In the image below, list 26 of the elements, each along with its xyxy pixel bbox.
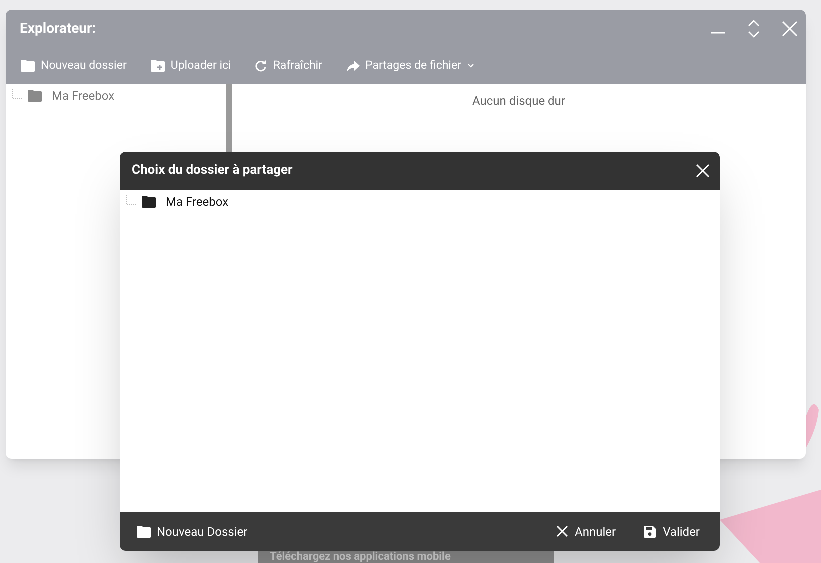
banner: Téléchargez nos applications mobile [258, 550, 554, 563]
share-arrow-icon [346, 60, 360, 72]
empty-message: Aucun disque dur [472, 93, 566, 108]
tree-item[interactable]: Ma Freebox [28, 87, 115, 105]
validate-button[interactable]: Valider [644, 522, 700, 540]
close-icon [557, 526, 568, 537]
cancel-button[interactable]: Annuler [557, 522, 616, 540]
caret-icon [468, 64, 474, 68]
tree-line-icon [126, 195, 136, 205]
toolbar-button[interactable]: Partages de fichier [346, 57, 474, 75]
refresh-icon [255, 60, 268, 72]
folder-icon [142, 196, 156, 208]
new-folder-button[interactable]: Nouveau Dossier [137, 522, 248, 540]
window-title: Explorateur: [20, 20, 96, 38]
resize-icon[interactable] [746, 19, 762, 39]
folder-plus-icon [150, 60, 165, 72]
toolbar-button[interactable]: Rafraîchir [255, 57, 323, 75]
folder-icon [28, 90, 42, 102]
toolbar-button[interactable]: Nouveau dossier [21, 57, 127, 75]
toolbar-button[interactable]: Uploader ici [150, 57, 232, 75]
tree-item[interactable]: Ma Freebox [142, 193, 229, 211]
tree-line-icon [12, 89, 22, 99]
folder-icon [21, 60, 35, 72]
folder-icon [137, 526, 151, 538]
dialog-title: Choix du dossier à partager [132, 162, 293, 180]
close-icon[interactable] [696, 164, 710, 178]
